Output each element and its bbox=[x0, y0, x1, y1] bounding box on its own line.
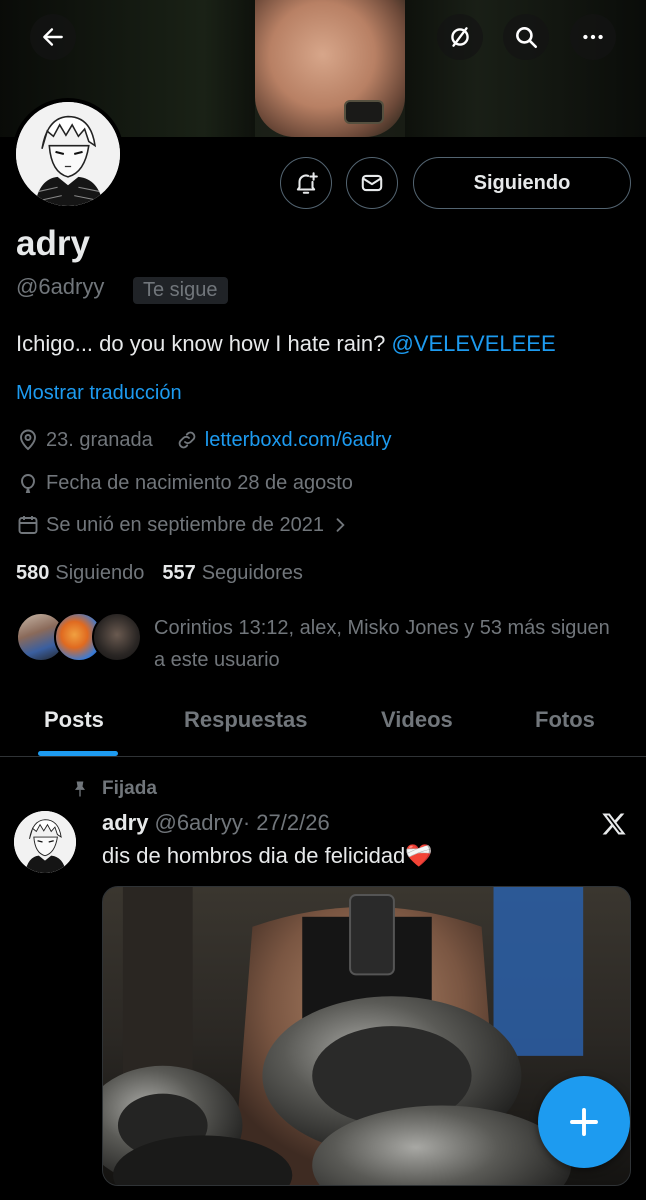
joined-text: Se unió en septiembre de 2021 bbox=[46, 513, 324, 536]
bio-text: Ichigo... do you know how I hate rain? bbox=[16, 331, 392, 356]
bio-mention-link[interactable]: @VELEVELEEE bbox=[391, 331, 555, 356]
calendar-icon bbox=[18, 516, 38, 534]
tab-videos[interactable]: Videos bbox=[381, 707, 453, 733]
post-text: dis de hombros dia de felicidad❤️‍🩹 bbox=[102, 843, 433, 869]
post-date: · 27/2/26 bbox=[242, 810, 330, 835]
followers-stat[interactable]: 557 Seguidores bbox=[162, 562, 303, 585]
location-text: 23. granada bbox=[46, 428, 153, 451]
post-header: adry @6adryy· 27/2/26 bbox=[102, 810, 330, 836]
avatar-image bbox=[16, 102, 120, 206]
profile-tabs: Posts Respuestas Videos Fotos bbox=[0, 695, 646, 757]
mending-heart-emoji: ❤️‍🩹 bbox=[405, 843, 433, 868]
profile-meta-joined-row[interactable]: Se unió en septiembre de 2021 bbox=[16, 513, 356, 537]
tab-posts[interactable]: Posts bbox=[44, 707, 104, 733]
chevron-right-icon bbox=[336, 518, 345, 532]
pinned-indicator: Fijada bbox=[70, 778, 157, 800]
location-pin-icon bbox=[20, 429, 36, 451]
profile-meta-birthday-row: Fecha de nacimiento 28 de agosto bbox=[16, 471, 353, 495]
birthday-text: Fecha de nacimiento 28 de agosto bbox=[46, 471, 353, 494]
post-author-name[interactable]: adry bbox=[102, 810, 148, 835]
bell-plus-icon bbox=[296, 172, 318, 194]
x-logo-icon bbox=[602, 813, 626, 835]
link-icon bbox=[178, 431, 196, 449]
profile-avatar[interactable] bbox=[12, 98, 124, 210]
profile-meta-location-row: 23. granada letterboxd.com/6adry bbox=[16, 428, 392, 452]
search-button[interactable] bbox=[503, 14, 549, 60]
show-translation-link[interactable]: Mostrar traducción bbox=[16, 382, 182, 405]
back-button[interactable] bbox=[30, 14, 76, 60]
grok-icon bbox=[451, 27, 469, 47]
post-author-avatar[interactable] bbox=[14, 811, 76, 873]
search-icon bbox=[516, 27, 538, 49]
tab-replies[interactable]: Respuestas bbox=[184, 707, 308, 733]
follow-stats: 580 Siguiendo 557 Seguidores bbox=[16, 562, 303, 585]
profile-bio: Ichigo... do you know how I hate rain? @… bbox=[16, 331, 556, 357]
message-button[interactable] bbox=[346, 157, 398, 209]
compose-post-button[interactable] bbox=[538, 1076, 630, 1168]
pinned-label: Fijada bbox=[102, 778, 157, 799]
mutual-followers-avatars[interactable] bbox=[16, 612, 142, 662]
tab-photos[interactable]: Fotos bbox=[535, 707, 595, 733]
profile-handle: @6adryy bbox=[16, 274, 105, 299]
active-tab-indicator bbox=[38, 751, 118, 756]
following-count: 580 bbox=[16, 562, 50, 584]
following-button[interactable]: Siguiendo bbox=[413, 157, 631, 209]
pin-icon bbox=[75, 781, 85, 797]
arrow-left-icon bbox=[43, 28, 63, 46]
post-body: dis de hombros dia de felicidad bbox=[102, 843, 406, 868]
notify-button[interactable] bbox=[280, 157, 332, 209]
mutual-followers-text[interactable]: Corintios 13:12, alex, Misko Jones y 53 … bbox=[154, 612, 614, 676]
more-button[interactable] bbox=[570, 14, 616, 60]
banner-watch bbox=[344, 100, 384, 124]
mutual-avatar bbox=[92, 612, 142, 662]
following-stat[interactable]: 580 Siguiendo bbox=[16, 562, 144, 585]
post-author-handle[interactable]: @6adryy bbox=[154, 810, 242, 835]
following-label: Siguiendo bbox=[55, 562, 145, 584]
plus-icon bbox=[570, 1108, 598, 1136]
more-icon bbox=[583, 34, 603, 40]
followers-count: 557 bbox=[162, 562, 196, 584]
envelope-icon bbox=[361, 174, 383, 192]
balloon-icon bbox=[21, 474, 35, 493]
grok-button[interactable] bbox=[437, 14, 483, 60]
followers-label: Seguidores bbox=[201, 562, 303, 584]
follows-you-badge: Te sigue bbox=[133, 277, 228, 304]
website-link[interactable]: letterboxd.com/6adry bbox=[205, 429, 392, 452]
profile-name: adry bbox=[16, 224, 90, 263]
